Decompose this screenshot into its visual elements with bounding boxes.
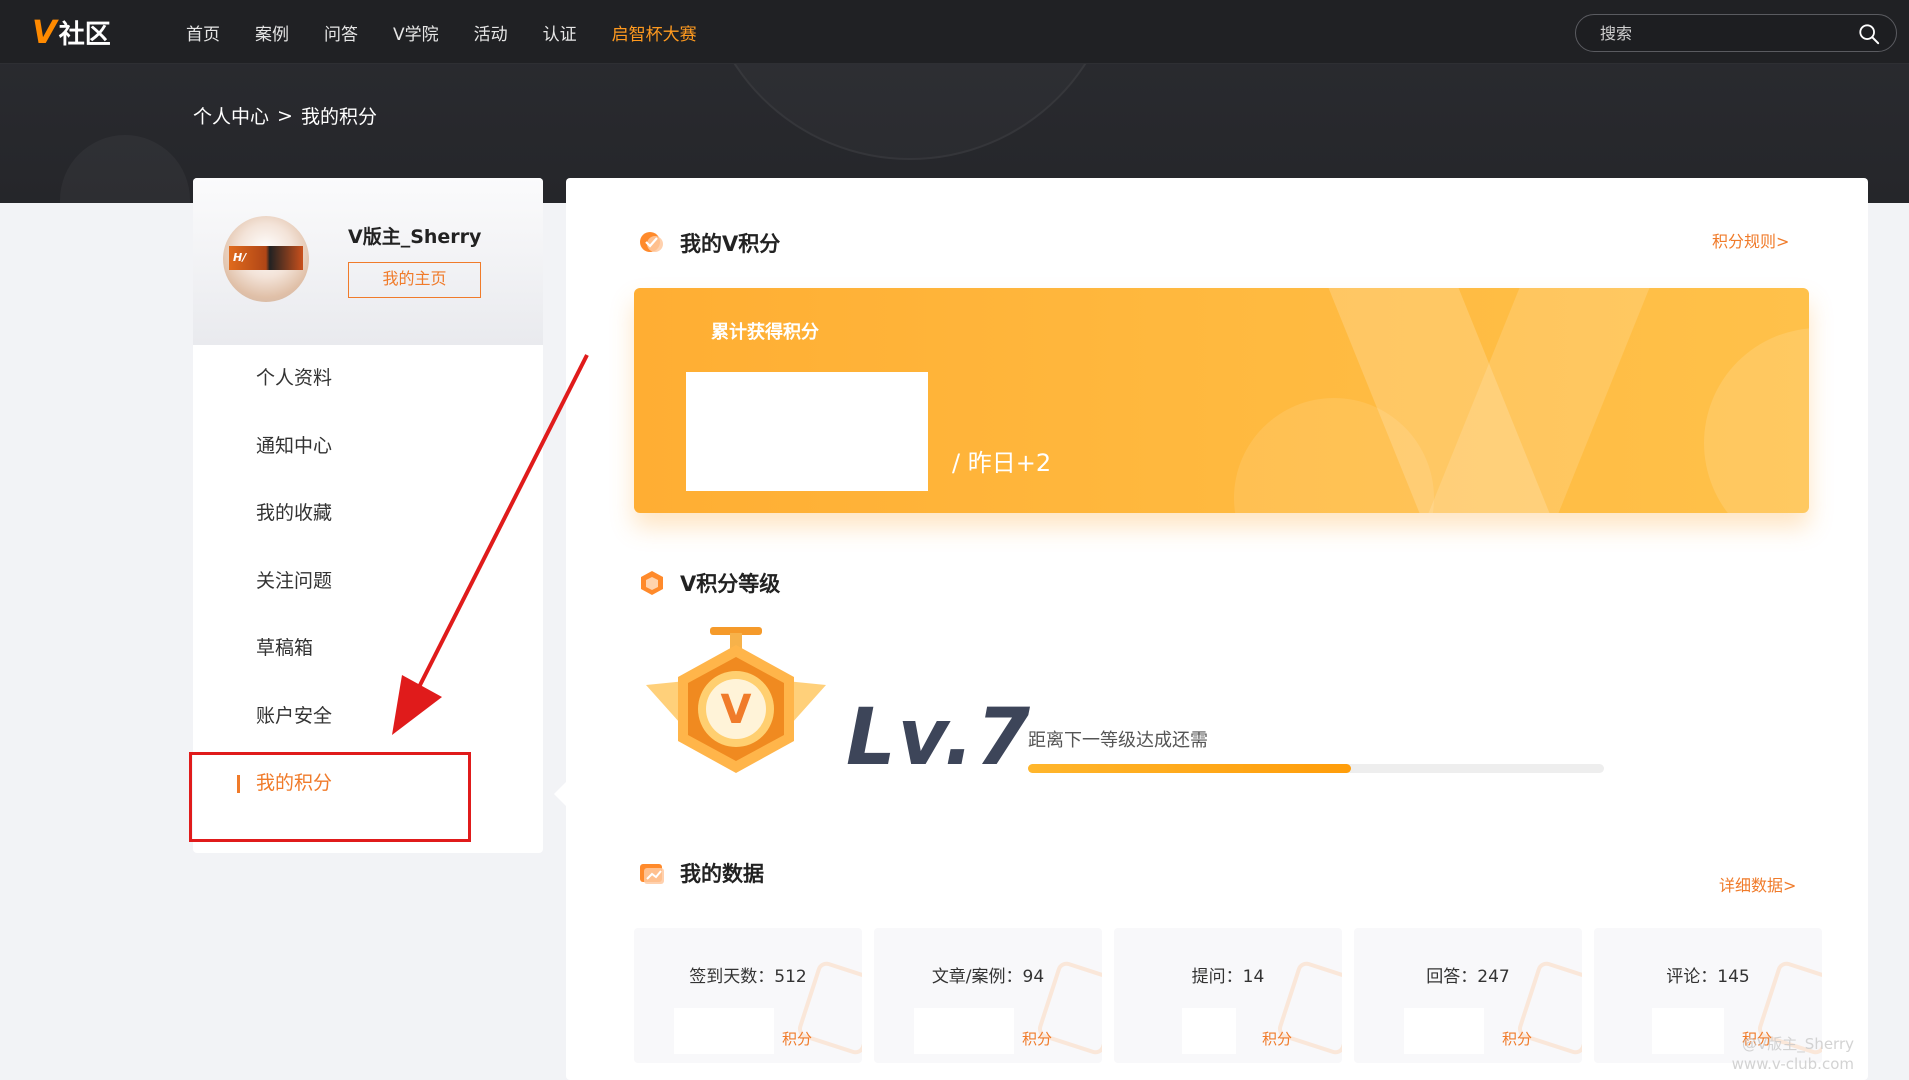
banner-decoration: [60, 135, 190, 203]
watermark: @V版主_Sherry www.v-club.com: [1732, 1034, 1854, 1074]
stat-label: 评论：145: [1666, 967, 1750, 987]
breadcrumb-parent[interactable]: 个人中心: [193, 102, 269, 129]
active-pointer: [554, 782, 566, 806]
username: V版主_Sherry: [348, 226, 482, 248]
stat-value-redacted: [1182, 1008, 1236, 1054]
watermark-line2: www.v-club.com: [1731, 1055, 1854, 1073]
profile-header: H/ V版主_Sherry 我的主页: [193, 178, 543, 345]
level-title: V积分等级: [680, 572, 781, 596]
stat-label: 文章/案例：94: [931, 967, 1045, 987]
stat-unit: 积分: [1261, 1030, 1292, 1048]
stat-label: 签到天数：512: [689, 967, 807, 987]
stat-label: 提问：14: [1191, 967, 1265, 987]
search-box: [1575, 14, 1897, 52]
stat-value-redacted: [914, 1008, 1014, 1054]
watermark-line1: @V版主_Sherry: [1742, 1035, 1854, 1053]
stat-card-answers: 回答：247 积分: [1354, 928, 1582, 1063]
avatar-image: H/: [229, 246, 303, 270]
points-title: 我的V积分: [680, 232, 781, 256]
points-rules-link[interactable]: 积分规则>: [1712, 228, 1789, 252]
main-nav: 首页 案例 问答 V学院 活动 认证 启智杯大赛: [186, 0, 732, 64]
stat-label: 回答：247: [1426, 967, 1510, 987]
data-icon: [640, 864, 664, 884]
nav-item-events[interactable]: 活动: [474, 20, 508, 45]
mydata-section-title: 我的数据: [638, 858, 764, 888]
breadcrumb-separator: >: [277, 104, 293, 127]
level-number: Lv.7: [846, 693, 1033, 783]
stat-unit: 积分: [1021, 1030, 1052, 1048]
search-input[interactable]: [1600, 23, 1840, 43]
stats-row: 签到天数：512 积分 文章/案例：94 积分 提问：14 积分 回答：247 …: [634, 928, 1822, 1063]
total-points-card: 累计获得积分 / 昨日+2: [634, 288, 1809, 513]
stat-card-questions: 提问：14 积分: [1114, 928, 1342, 1063]
nav-item-cases[interactable]: 案例: [255, 20, 289, 45]
site-logo[interactable]: V 社区: [32, 13, 111, 51]
nav-item-certification[interactable]: 认证: [543, 20, 577, 45]
next-level-label: 距离下一等级达成还需: [1028, 730, 1208, 751]
header-banner: V 社区 首页 案例 问答 V学院 活动 认证 启智杯大赛 个人中心 > 我的积…: [0, 0, 1909, 203]
stat-card-articles: 文章/案例：94 积分: [874, 928, 1102, 1063]
level-progress-bar: [1028, 764, 1604, 773]
level-medal-icon: V: [646, 627, 826, 773]
my-homepage-button[interactable]: 我的主页: [348, 262, 481, 298]
stat-value-redacted: [1652, 1008, 1724, 1054]
detail-data-link[interactable]: 详细数据>: [1719, 872, 1796, 896]
nav-item-qa[interactable]: 问答: [324, 20, 358, 45]
stat-value-redacted: [674, 1008, 774, 1054]
level-icon: [641, 571, 663, 595]
stat-unit: 积分: [1501, 1030, 1532, 1048]
breadcrumb-current: 我的积分: [300, 106, 377, 128]
avatar[interactable]: H/: [223, 216, 309, 302]
main-panel: 我的V积分 积分规则> 累计获得积分 / 昨日+2 V积分等级 V Lv.7 距…: [566, 178, 1868, 1080]
nav-item-academy[interactable]: V学院: [393, 20, 439, 45]
yesterday-points: / 昨日+2: [952, 449, 1052, 477]
level-progress-fill: [1028, 764, 1351, 773]
nav-item-contest[interactable]: 启智杯大赛: [612, 20, 697, 45]
logo-v: V: [32, 13, 57, 51]
points-icon: [640, 232, 663, 252]
stat-value-redacted: [1404, 1008, 1484, 1054]
top-navbar: V 社区 首页 案例 问答 V学院 活动 认证 启智杯大赛: [0, 0, 1909, 64]
total-points-label: 累计获得积分: [711, 322, 819, 343]
points-section-title: 我的V积分: [638, 228, 780, 258]
breadcrumb: 个人中心 > 我的积分: [193, 102, 377, 129]
svg-text:V: V: [721, 687, 752, 733]
card-decoration: [1704, 328, 1809, 513]
total-points-value-redacted: [686, 372, 928, 491]
annotation-highlight-box: [189, 752, 471, 842]
nav-item-home[interactable]: 首页: [186, 20, 220, 45]
mydata-title: 我的数据: [680, 862, 764, 886]
stat-card-checkin: 签到天数：512 积分: [634, 928, 862, 1063]
logo-text: 社区: [58, 19, 111, 50]
level-section-title: V积分等级: [638, 568, 780, 598]
search-icon[interactable]: [1858, 23, 1880, 45]
annotation-arrow-icon: [392, 354, 589, 735]
stat-unit: 积分: [781, 1030, 812, 1048]
